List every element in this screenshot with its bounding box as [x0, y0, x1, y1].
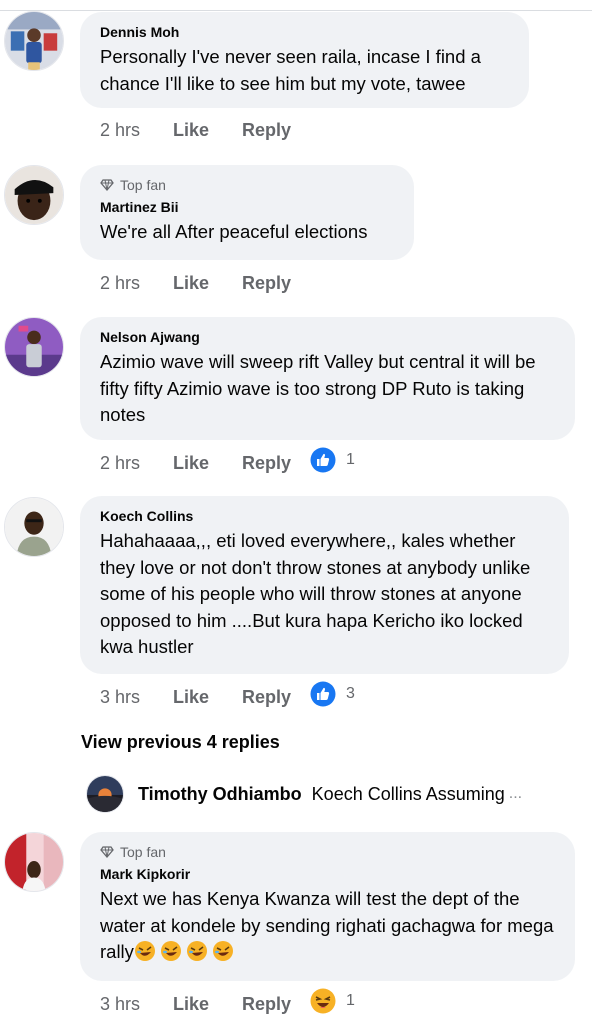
reply-button[interactable]: Reply	[242, 120, 310, 141]
comment-actions: 3 hrs Like Reply 3	[100, 681, 355, 708]
reaction-summary[interactable]: 1	[310, 988, 355, 1014]
like-reaction-icon	[310, 681, 336, 706]
rofl-emoji-icon	[186, 941, 207, 961]
comment-actions: 2 hrs Like Reply	[100, 120, 310, 141]
comment-bubble: Top fan Martinez Bii We're all After pea…	[80, 165, 414, 260]
reply-button[interactable]: Reply	[242, 994, 310, 1015]
comment-time[interactable]: 3 hrs	[100, 994, 173, 1015]
comment-text: Hahahaaaa,,, eti loved everywhere,, kale…	[100, 530, 531, 657]
like-reaction-icon	[310, 447, 336, 472]
avatar[interactable]	[4, 832, 64, 892]
like-button[interactable]: Like	[173, 453, 242, 474]
comment-text: Azimio wave will sweep rift Valley but c…	[100, 351, 536, 425]
comment-author[interactable]: Nelson Ajwang	[100, 329, 555, 345]
reply-ellipsis: ...	[508, 785, 523, 802]
diamond-icon	[100, 179, 114, 191]
comment-bubble: Koech Collins Hahahaaaa,,, eti loved eve…	[80, 496, 569, 674]
comment-text: We're all After peaceful elections	[100, 221, 368, 242]
top-fan-badge: Top fan	[100, 177, 394, 193]
avatar[interactable]	[4, 165, 64, 225]
reaction-count: 1	[346, 450, 355, 468]
like-button[interactable]: Like	[173, 994, 242, 1015]
comment-time[interactable]: 3 hrs	[100, 687, 173, 708]
reply-preview[interactable]: Timothy Odhiambo Koech Collins Assuming …	[86, 775, 586, 813]
comment-time[interactable]: 2 hrs	[100, 273, 173, 294]
avatar[interactable]	[4, 497, 64, 557]
reply-snippet: Koech Collins Assuming	[311, 783, 505, 804]
top-divider	[0, 10, 592, 11]
comment-bubble: Dennis Moh Personally I've never seen ra…	[80, 12, 529, 108]
view-previous-replies-link[interactable]: View previous 4 replies	[81, 732, 280, 753]
comment-bubble: Top fan Mark Kipkorir Next we has Kenya …	[80, 832, 575, 981]
comment-author[interactable]: Koech Collins	[100, 508, 549, 524]
comment-author[interactable]: Mark Kipkorir	[100, 866, 555, 882]
top-fan-badge: Top fan	[100, 844, 555, 860]
badge-label: Top fan	[120, 844, 166, 860]
comment-actions: 2 hrs Like Reply	[100, 273, 310, 294]
comment-author[interactable]: Martinez Bii	[100, 199, 394, 215]
reply-button[interactable]: Reply	[242, 687, 310, 708]
avatar[interactable]	[86, 775, 124, 813]
comment-text-wrapper: Next we has Kenya Kwanza will test the d…	[100, 886, 555, 966]
comment-time[interactable]: 2 hrs	[100, 120, 173, 141]
comment-time[interactable]: 2 hrs	[100, 453, 173, 474]
reaction-summary[interactable]: 3	[310, 681, 355, 707]
rofl-emoji-icon	[134, 941, 155, 961]
emoji-row	[134, 941, 238, 962]
avatar[interactable]	[4, 11, 64, 71]
comment-bubble: Nelson Ajwang Azimio wave will sweep rif…	[80, 317, 575, 440]
reaction-summary[interactable]: 1	[310, 447, 355, 473]
comment-author[interactable]: Dennis Moh	[100, 24, 509, 40]
reaction-count: 1	[346, 991, 355, 1009]
avatar[interactable]	[4, 317, 64, 377]
reply-author[interactable]: Timothy Odhiambo	[138, 784, 302, 805]
like-button[interactable]: Like	[173, 120, 242, 141]
like-button[interactable]: Like	[173, 687, 242, 708]
haha-reaction-icon	[310, 988, 336, 1013]
reply-button[interactable]: Reply	[242, 453, 310, 474]
rofl-emoji-icon	[160, 941, 181, 961]
comment-text: Personally I've never seen raila, incase…	[100, 46, 481, 94]
diamond-icon	[100, 846, 114, 858]
reaction-count: 3	[346, 684, 355, 702]
reply-button[interactable]: Reply	[242, 273, 310, 294]
comment-actions: 3 hrs Like Reply 1	[100, 988, 355, 1015]
like-button[interactable]: Like	[173, 273, 242, 294]
badge-label: Top fan	[120, 177, 166, 193]
rofl-emoji-icon	[212, 941, 233, 961]
comment-actions: 2 hrs Like Reply 1	[100, 447, 355, 474]
